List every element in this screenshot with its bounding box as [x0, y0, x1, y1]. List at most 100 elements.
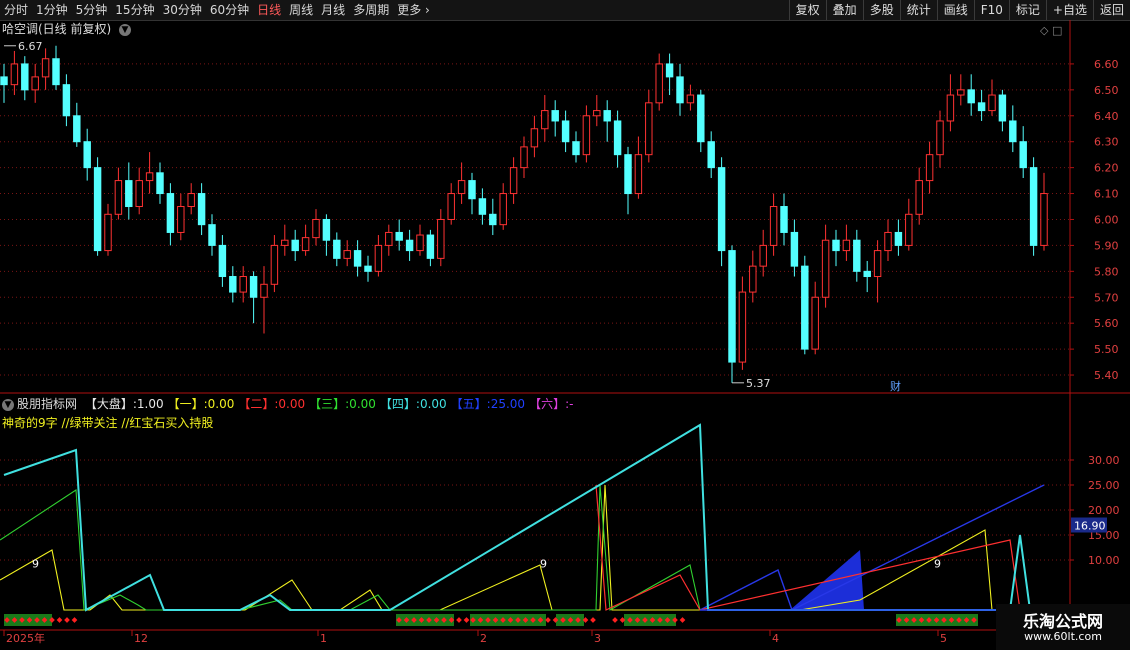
candle-down: [426, 234, 435, 259]
y-tick-label: 5.40: [1094, 369, 1119, 382]
candle-down: [801, 265, 809, 350]
candle-down: [977, 102, 986, 112]
ruby-signal: [64, 617, 70, 623]
candle-down: [1019, 141, 1027, 169]
ruby-signal: [679, 617, 686, 623]
candle-down: [676, 76, 684, 104]
candle-up: [239, 276, 247, 293]
candle-down: [468, 180, 476, 200]
candle-down: [333, 239, 341, 259]
candle-down: [73, 115, 81, 143]
signal-strip: [4, 614, 978, 626]
candle-up: [759, 244, 767, 267]
candle-up: [1040, 193, 1048, 246]
candle-down: [166, 193, 175, 233]
candle-up: [582, 115, 591, 156]
candle-up: [884, 231, 892, 252]
candle-up: [499, 193, 507, 226]
candle-up: [905, 213, 913, 246]
main-grid: [0, 20, 1130, 630]
candle-up: [915, 180, 923, 215]
y-tick-label: 25.00: [1088, 479, 1120, 492]
candle-down: [478, 198, 487, 215]
candle-up: [312, 218, 320, 239]
candle-up: [437, 218, 445, 259]
x-tick-label: 1: [320, 632, 327, 645]
candle-up: [10, 63, 19, 86]
candle-down: [52, 58, 60, 86]
indicator-subtitle: 神奇的9字 //绿带关注 //红宝石买入持股: [2, 416, 214, 430]
candle-up: [509, 167, 518, 195]
main-chart-title[interactable]: 哈空调(日线 前复权) ▼: [2, 21, 132, 37]
candle-up: [873, 250, 882, 278]
candle-up: [957, 89, 965, 96]
candle-up: [634, 154, 643, 195]
ruby-signal: [463, 617, 470, 623]
candle-up: [135, 180, 143, 208]
candle-up: [41, 58, 50, 78]
ruby-signal: [590, 617, 596, 623]
candle-down: [624, 154, 632, 195]
candle-down: [707, 141, 715, 169]
candlestick-series: 6.67 5.37 财: [0, 40, 1048, 393]
candle-up: [645, 102, 653, 156]
chevron-down-icon[interactable]: ▼: [2, 398, 14, 411]
ruby-signal: [56, 617, 63, 623]
candle-up: [385, 231, 393, 246]
x-tick-label: 3: [594, 632, 601, 645]
chevron-down-icon[interactable]: ▼: [119, 23, 132, 36]
x-tick-label: 4: [772, 632, 779, 645]
diamond-icon[interactable]: ◇: [1040, 24, 1048, 37]
candle-down: [572, 141, 580, 156]
candle-down: [790, 231, 799, 267]
candle-down: [717, 167, 726, 252]
series-five-line: [699, 484, 1045, 611]
x-tick-label: 2025年: [6, 631, 45, 645]
candle-up: [769, 206, 778, 246]
indicator-grid: [0, 459, 1070, 561]
candle-down: [832, 239, 840, 252]
candle-down: [197, 193, 206, 226]
ruby-signal: [456, 617, 462, 623]
y-tick-label: 5.80: [1094, 265, 1119, 278]
candle-up: [811, 296, 819, 350]
candle-down: [83, 141, 91, 169]
copy-icon[interactable]: □: [1052, 24, 1062, 37]
candle-up: [749, 265, 757, 293]
indicator-title-bar[interactable]: ▼ 股朋指标网 【大盘】:1.00 【一】:0.00 【二】:0.00 【三】:0.00…: [2, 396, 573, 412]
candle-up: [260, 283, 268, 298]
candle-down: [405, 239, 414, 252]
indicator-value-6: 【六】:-: [529, 397, 574, 411]
y-tick-label: 20.00: [1088, 504, 1120, 517]
candle-down: [229, 276, 237, 293]
series-four-line: [3, 423, 1031, 612]
candle-up: [374, 244, 383, 272]
x-tick-label: 5: [940, 632, 947, 645]
candle-down: [395, 231, 403, 241]
candle-up: [925, 154, 934, 182]
candle-down: [551, 110, 559, 122]
y-tick-label: 10.00: [1088, 554, 1120, 567]
candle-down: [780, 206, 788, 233]
current-value-label: 16.90: [1074, 520, 1106, 533]
chart-canvas[interactable]: 6.67 5.37 财 6.60 6.50 6.40 6.30 6.20 6.10 6.00 5.…: [0, 0, 1130, 650]
indicator-value-0: 【大盘】:1.00: [84, 397, 164, 411]
candle-up: [457, 180, 466, 195]
y-tick-label: 6.60: [1094, 58, 1119, 71]
candle-up: [520, 146, 528, 169]
candle-up: [988, 94, 996, 112]
ruby-signal: [71, 617, 78, 623]
candle-down: [603, 110, 611, 122]
candle-down: [353, 250, 362, 267]
candle-down: [249, 276, 258, 298]
candle-up: [343, 250, 351, 259]
candle-down: [1009, 120, 1017, 143]
candle-down: [291, 239, 299, 252]
candle-up: [936, 120, 944, 156]
high-label: 6.67: [18, 40, 43, 53]
indicator-value-2: 【二】:0.00: [238, 397, 306, 411]
nine-marker: 9: [934, 558, 941, 571]
candle-up: [177, 206, 185, 233]
candle-down: [156, 172, 164, 195]
indicator-lines: 9 9 9: [0, 423, 1045, 612]
